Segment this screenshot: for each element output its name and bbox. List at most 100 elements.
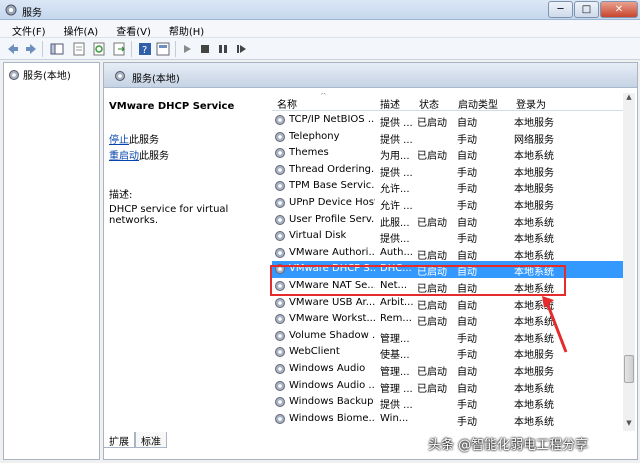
cell-description: Win... <box>380 412 409 424</box>
tab-standard[interactable]: 标准 <box>135 432 167 448</box>
tree-item-label: 服务(本地) <box>23 71 71 82</box>
cell-name: VMware Authori... <box>289 246 375 258</box>
table-row[interactable]: Virtual Disk 提供... 手动 本地系统 <box>272 228 627 245</box>
col-header-status[interactable]: 状态 <box>419 96 439 111</box>
description-label: 描述: <box>109 190 133 201</box>
cell-name: Windows Audio ... <box>289 379 375 391</box>
table-row[interactable]: TPM Base Servic... 允许... 手动 本地服务 <box>272 178 627 195</box>
scroll-down-icon[interactable]: ▼ <box>623 419 635 431</box>
vertical-scrollbar[interactable]: ▲ ▼ <box>623 93 635 431</box>
cell-description: 管理 ... <box>380 383 413 395</box>
cell-logon-as: 本地服务 <box>514 201 554 212</box>
cell-name: User Profile Serv... <box>289 213 375 225</box>
cell-status: 已启动 <box>417 317 447 329</box>
service-gear-icon <box>275 380 285 391</box>
table-row[interactable]: Telephony 提供 ... 手动 网络服务 <box>272 129 627 146</box>
annotation-arrow-icon <box>542 296 568 353</box>
pause-service-icon[interactable] <box>216 42 230 56</box>
restart-service-icon[interactable] <box>234 42 248 56</box>
cell-logon-as: 本地系统 <box>514 416 554 428</box>
cell-description: Rem... <box>380 313 412 325</box>
tab-extended[interactable]: 扩展 <box>103 432 135 448</box>
cell-name: Telephony <box>289 130 340 142</box>
export-icon[interactable] <box>112 42 126 56</box>
menu-help[interactable]: 帮助(H) <box>157 20 210 38</box>
cell-description: 允许 ... <box>380 201 413 212</box>
cell-name: Windows Backup <box>289 396 374 408</box>
table-row[interactable]: Windows Audio ... 管理 ... 已启动 自动 本地系统 <box>272 378 627 395</box>
services-gear-icon <box>9 69 19 80</box>
table-row[interactable]: Volume Shadow ... 管理... 手动 本地系统 <box>272 328 627 345</box>
table-row[interactable]: TCP/IP NetBIOS ... 提供 ... 已启动 自动 本地服务 <box>272 112 627 129</box>
menu-file[interactable]: 文件(F) <box>0 20 52 38</box>
properties-icon[interactable] <box>72 42 86 56</box>
forward-icon[interactable] <box>24 42 38 56</box>
watermark: 头条 @智能化弱电工程分享 <box>428 438 589 453</box>
view-icon[interactable] <box>156 42 170 56</box>
table-row[interactable]: VMware USB Ar... Arbit... 已启动 自动 本地系统 <box>272 295 627 312</box>
scroll-thumb[interactable] <box>624 355 634 383</box>
cell-description: Arbit... <box>380 296 414 308</box>
scroll-up-icon[interactable]: ▲ <box>623 93 635 105</box>
table-row[interactable]: Windows Biome... Win... 手动 本地系统 <box>272 411 627 428</box>
cell-status: 已启动 <box>417 383 447 395</box>
cell-description: 提供 ... <box>380 118 413 129</box>
service-gear-icon <box>275 330 285 341</box>
cell-status: 已启动 <box>417 217 447 229</box>
col-header-name[interactable]: 名称 <box>277 96 297 111</box>
table-row[interactable]: VMware Workst... Rem... 已启动 自动 本地系统 <box>272 311 627 328</box>
cell-logon-as: 本地系统 <box>514 400 554 412</box>
table-row[interactable]: Thread Ordering... 提供 ... 手动 本地服务 <box>272 162 627 179</box>
restart-service-text: 此服务 <box>139 151 169 162</box>
table-row[interactable]: Themes 为用... 已启动 自动 本地系统 <box>272 145 627 162</box>
table-row[interactable]: Windows Backup 提供 ... 手动 本地系统 <box>272 394 627 411</box>
table-row[interactable]: User Profile Serv... 此服... 已启动 自动 本地系统 <box>272 212 627 229</box>
help-icon[interactable]: ? <box>138 42 152 56</box>
start-service-icon[interactable] <box>180 42 194 56</box>
highlight-box <box>270 265 566 296</box>
menu-view[interactable]: 查看(V) <box>104 20 157 38</box>
services-pane: 服务(本地) VMware DHCP Service 停止此服务 重启动此服务 … <box>103 62 638 460</box>
col-header-description[interactable]: 描述 <box>380 96 400 111</box>
tree-item-services-local[interactable]: 服务(本地) <box>8 67 71 82</box>
refresh-icon[interactable] <box>92 42 106 56</box>
menu-bar: 文件(F) 操作(A) 查看(V) 帮助(H) <box>0 20 640 38</box>
table-row[interactable]: WebClient 使基... 手动 本地服务 <box>272 344 627 361</box>
restart-service-link[interactable]: 重启动 <box>109 151 139 162</box>
service-gear-icon <box>275 198 285 208</box>
maximize-button[interactable]: □ <box>574 1 599 18</box>
back-icon[interactable] <box>6 42 20 56</box>
restart-action: 重启动此服务 <box>109 147 269 162</box>
cell-description: 提供 ... <box>380 167 413 179</box>
title-bar: 服务 ─ □ ✕ <box>0 0 640 20</box>
stop-service-link[interactable]: 停止 <box>109 135 129 146</box>
table-row[interactable]: Windows Audio 管理... 已启动 自动 本地服务 <box>272 361 627 378</box>
menu-action[interactable]: 操作(A) <box>52 20 105 38</box>
cell-description: Auth... <box>380 246 413 258</box>
cell-description: 使基... <box>380 350 410 362</box>
service-gear-icon <box>275 413 285 424</box>
service-gear-icon <box>275 347 285 358</box>
cell-name: Themes <box>289 147 329 159</box>
service-gear-icon <box>275 231 285 242</box>
cell-logon-as: 本地服务 <box>514 118 554 129</box>
col-header-startup-type[interactable]: 启动类型 <box>458 96 498 111</box>
minimize-button[interactable]: ─ <box>548 1 573 18</box>
cell-startup-type: 手动 <box>457 184 477 196</box>
close-button[interactable]: ✕ <box>600 1 638 18</box>
cell-startup-type: 手动 <box>457 134 477 146</box>
cell-logon-as: 本地系统 <box>514 217 554 229</box>
service-gear-icon <box>275 214 285 225</box>
col-header-logon-as[interactable]: 登录为 <box>516 96 546 111</box>
cell-logon-as: 本地系统 <box>514 234 554 246</box>
console-tree-icon[interactable] <box>50 42 64 56</box>
cell-startup-type: 手动 <box>457 350 477 362</box>
cell-startup-type: 手动 <box>457 167 477 179</box>
cell-description: 提供 ... <box>380 134 413 146</box>
cell-description: 管理... <box>380 333 410 345</box>
table-row[interactable]: VMware Authori... Auth... 已启动 自动 本地系统 <box>272 245 627 262</box>
stop-service-icon[interactable] <box>198 42 212 56</box>
table-row[interactable]: UPnP Device Host 允许 ... 手动 本地服务 <box>272 195 627 212</box>
stop-action: 停止此服务 <box>109 131 269 146</box>
service-gear-icon <box>275 115 285 125</box>
